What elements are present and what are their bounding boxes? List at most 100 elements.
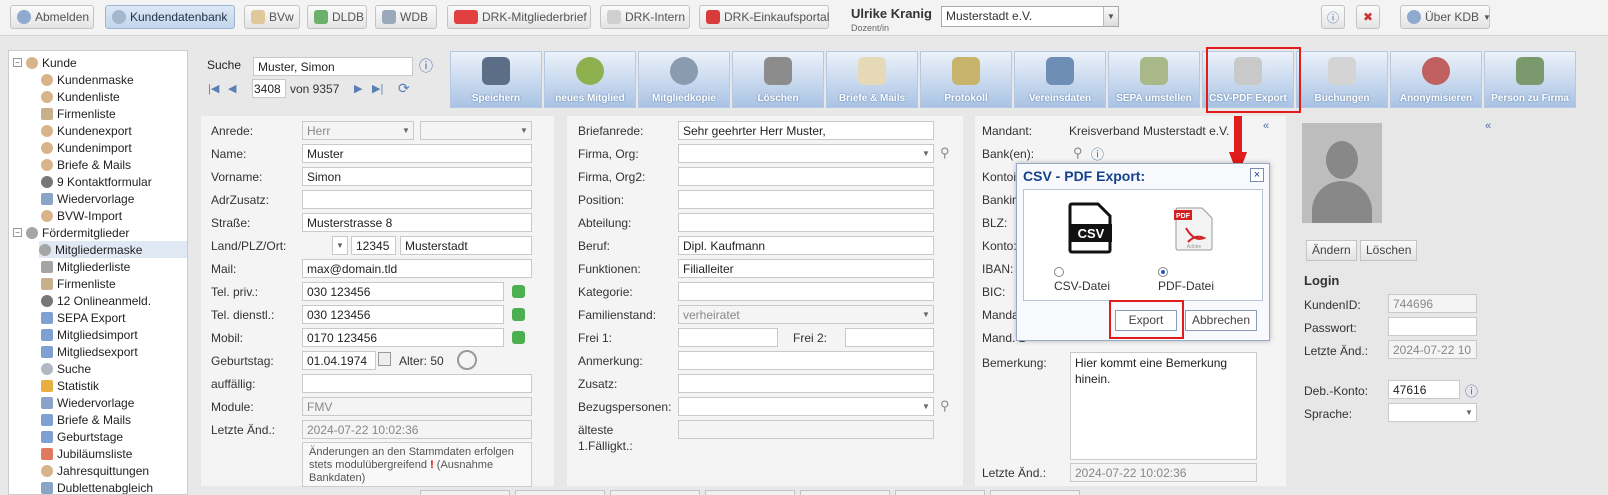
title-select[interactable]: ▼	[420, 121, 532, 140]
pdf-radio[interactable]	[1158, 267, 1168, 277]
sidebar-item-firmenliste[interactable]: Firmenliste	[41, 105, 116, 122]
frei1-field[interactable]	[678, 328, 778, 347]
record-number-input[interactable]: 3408	[252, 79, 286, 98]
auffaellig-field[interactable]	[302, 374, 532, 393]
tree-group-kunde[interactable]: − Kunde	[13, 54, 77, 71]
collapse-icon[interactable]: «	[1263, 120, 1269, 132]
name-field[interactable]: Muster	[302, 144, 532, 163]
info-icon[interactable]: ⓘ	[1091, 144, 1104, 163]
kundendatenbank-button[interactable]: Kundendatenbank	[105, 5, 235, 29]
drk-einkaufsportal-button[interactable]: DRK-Einkaufsportal	[699, 5, 829, 29]
letters-mails-button[interactable]: Briefe & Mails	[826, 51, 918, 108]
new-member-button[interactable]: neues Mitglied	[544, 51, 636, 108]
land-select[interactable]: ▼	[332, 236, 348, 255]
info-icon[interactable]: ⓘ	[419, 56, 433, 76]
sprache-select[interactable]: ▼	[1388, 403, 1477, 422]
delete-button[interactable]: Löschen	[732, 51, 824, 108]
about-button[interactable]: Über KDB ▼	[1400, 5, 1491, 29]
drk-mitgliederbrief-button[interactable]: DRK-Mitgliederbrief	[447, 5, 591, 29]
delete-photo-button[interactable]: Löschen	[1360, 240, 1418, 261]
bookings-button[interactable]: Buchungen	[1296, 51, 1388, 108]
search-input[interactable]: Muster, Simon	[253, 57, 413, 76]
sidebar-item-geburtstage[interactable]: Geburtstage	[41, 428, 123, 445]
dldb-button[interactable]: DLDB	[307, 5, 367, 29]
plz-field[interactable]: 12345	[351, 236, 396, 255]
next-record-icon[interactable]: ▶	[354, 82, 362, 95]
info-icon[interactable]: ⓘ	[1465, 381, 1478, 400]
first-record-icon[interactable]: |◀	[208, 82, 219, 95]
last-record-icon[interactable]: ▶|	[372, 82, 383, 95]
bvw-button[interactable]: BVw	[244, 5, 300, 29]
sidebar-item-statistik[interactable]: Statistik	[41, 377, 99, 394]
sepa-switch-button[interactable]: SEPA umstellen	[1108, 51, 1200, 108]
sidebar-item-briefe-mails-2[interactable]: Briefe & Mails	[41, 411, 131, 428]
prev-record-icon[interactable]: ◀	[228, 82, 236, 95]
debkonto-field[interactable]: 47616	[1388, 380, 1460, 399]
tree-group-foerdermitglieder[interactable]: − Fördermitglieder	[13, 224, 129, 241]
drk-intern-button[interactable]: DRK-Intern	[600, 5, 690, 29]
sidebar-item-sepa-export[interactable]: SEPA Export	[41, 309, 125, 326]
sidebar-item-mitgliedermaske[interactable]: Mitgliedermaske	[39, 241, 187, 258]
logout-button[interactable]: Abmelden	[10, 5, 94, 29]
abteilung-field[interactable]	[678, 213, 934, 232]
bottom-button[interactable]	[800, 490, 890, 495]
bezugspersonen-select[interactable]: ▼	[678, 397, 934, 416]
search-icon[interactable]: ⚲	[1073, 145, 1083, 161]
sidebar-item-briefe-mails[interactable]: Briefe & Mails	[41, 156, 131, 173]
bottom-button[interactable]	[610, 490, 700, 495]
telpriv-field[interactable]: 030 123456	[302, 282, 504, 301]
sidebar-item-firmenliste-2[interactable]: Firmenliste	[41, 275, 116, 292]
bottom-button[interactable]	[895, 490, 985, 495]
briefanrede-field[interactable]: Sehr geehrter Herr Muster,	[678, 121, 934, 140]
adrzusatz-field[interactable]	[302, 190, 532, 209]
person-to-company-button[interactable]: Person zu Firma	[1484, 51, 1576, 108]
refresh-icon[interactable]: ⟳	[398, 80, 410, 97]
copy-member-button[interactable]: Mitgliedkopie	[638, 51, 730, 108]
change-photo-button[interactable]: Ändern	[1306, 240, 1357, 261]
passwort-field[interactable]	[1388, 317, 1477, 336]
search-icon[interactable]: ⚲	[940, 398, 950, 414]
familienstand-select[interactable]: verheiratet ▼	[678, 305, 934, 324]
frei2-field[interactable]	[845, 328, 934, 347]
anmerkung-field[interactable]	[678, 351, 934, 370]
mandant-select[interactable]: Musterstadt e.V. ▼	[941, 6, 1119, 27]
sidebar-item-wiedervorlage-2[interactable]: Wiedervorlage	[41, 394, 134, 411]
phone-icon[interactable]	[512, 331, 525, 344]
sidebar-item-dublettenabgleich[interactable]: Dublettenabgleich	[41, 479, 153, 494]
sidebar-item-suche[interactable]: Suche	[41, 360, 91, 377]
beruf-field[interactable]: Dipl. Kaufmann	[678, 236, 934, 255]
sidebar-item-kontaktformular[interactable]: 9 Kontaktformular	[41, 173, 152, 190]
sidebar-item-mitgliedsimport[interactable]: Mitgliedsimport	[41, 326, 138, 343]
collapse-icon[interactable]: −	[13, 58, 22, 67]
mail-field[interactable]: max@domain.tld	[302, 259, 532, 278]
calendar-icon[interactable]	[378, 352, 391, 366]
search-icon[interactable]: ⚲	[940, 145, 950, 161]
kategorie-field[interactable]	[678, 282, 934, 301]
sidebar-item-kundenimport[interactable]: Kundenimport	[41, 139, 132, 156]
bottom-button[interactable]	[420, 490, 510, 495]
sidebar-item-onlineanmeld[interactable]: 12 Onlineanmeld.	[41, 292, 151, 309]
strasse-field[interactable]: Musterstrasse 8	[302, 213, 532, 232]
teldienst-field[interactable]: 030 123456	[302, 305, 504, 324]
bottom-button[interactable]	[990, 490, 1080, 495]
firma-select[interactable]: ▼	[678, 144, 934, 163]
phone-icon[interactable]	[512, 308, 525, 321]
vorname-field[interactable]: Simon	[302, 167, 532, 186]
zusatz-field[interactable]	[678, 374, 934, 393]
bottom-button[interactable]	[515, 490, 605, 495]
position-field[interactable]	[678, 190, 934, 209]
ort-field[interactable]: Musterstadt	[400, 236, 532, 255]
anrede-select[interactable]: Herr ▼	[302, 121, 414, 140]
settings-button[interactable]: ✖	[1356, 5, 1380, 29]
info-button[interactable]: ⓘ	[1321, 5, 1345, 29]
collapse-icon[interactable]: «	[1485, 120, 1491, 132]
anonymize-button[interactable]: Anonymisieren	[1390, 51, 1482, 108]
sidebar-item-jahresquittungen[interactable]: Jahresquittungen	[41, 462, 149, 479]
phone-icon[interactable]	[512, 285, 525, 298]
sidebar-item-kundenliste[interactable]: Kundenliste	[41, 88, 120, 105]
collapse-icon[interactable]: −	[13, 228, 22, 237]
firma2-field[interactable]	[678, 167, 934, 186]
geburtstag-field[interactable]: 01.04.1974	[302, 351, 376, 370]
sidebar-item-jubilaeumsliste[interactable]: Jubiläumsliste	[41, 445, 132, 462]
close-icon[interactable]: ×	[1250, 168, 1264, 182]
